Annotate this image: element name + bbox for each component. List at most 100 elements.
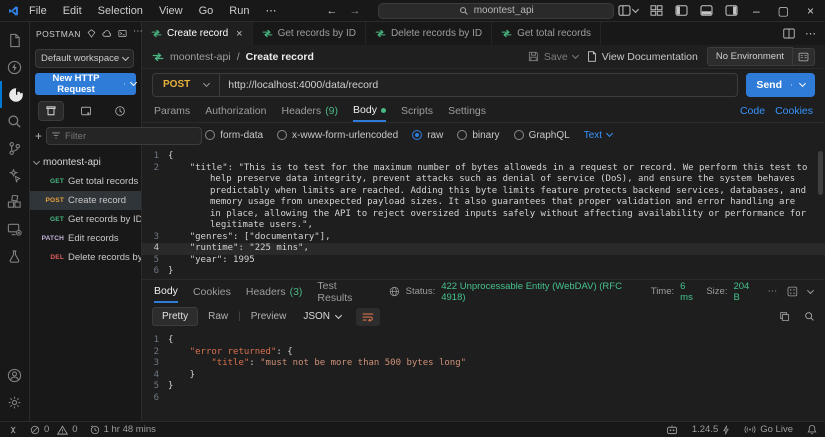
editor-more-icon[interactable]: ⋯ bbox=[805, 27, 816, 40]
cloud-sync-icon[interactable] bbox=[102, 29, 112, 38]
tab-get-records-by-id[interactable]: Get records by ID bbox=[253, 22, 366, 45]
problems-indicator[interactable]: 0 0 bbox=[30, 424, 78, 435]
collapse-response-icon[interactable] bbox=[807, 286, 814, 293]
feedback-bell-icon[interactable] bbox=[807, 424, 817, 435]
add-request-button[interactable]: + bbox=[35, 129, 42, 143]
request-body-editor[interactable]: 1 { 2 "title": "This is to test for the … bbox=[142, 147, 825, 280]
wand-star-icon[interactable] bbox=[0, 162, 30, 189]
tab-get-total-records[interactable]: Get total records bbox=[492, 22, 601, 45]
response-format-select[interactable]: JSON bbox=[296, 308, 348, 325]
workspace-select[interactable]: Default workspace bbox=[35, 49, 134, 68]
send-button[interactable]: Send bbox=[746, 73, 815, 97]
response-more-icon[interactable]: ⋯ bbox=[768, 286, 778, 297]
source-control-icon[interactable] bbox=[0, 135, 30, 162]
postman-icon[interactable] bbox=[0, 81, 30, 108]
menu-edit[interactable]: Edit bbox=[57, 3, 88, 19]
view-pretty-button[interactable]: Pretty bbox=[152, 307, 198, 326]
account-icon[interactable] bbox=[0, 362, 30, 389]
request-row-get-total-records[interactable]: GET Get total records bbox=[30, 172, 141, 191]
code-link[interactable]: Code bbox=[740, 105, 765, 117]
extension-version-indicator[interactable]: 1.24.5 bbox=[692, 424, 730, 435]
tab-headers[interactable]: Headers (9) bbox=[281, 100, 338, 122]
layout-dropdown-icon[interactable] bbox=[618, 5, 638, 16]
response-tab-test-results[interactable]: Test Results bbox=[317, 280, 373, 303]
split-editor-icon[interactable] bbox=[783, 28, 795, 39]
request-row-create-record[interactable]: POST Create record bbox=[30, 191, 141, 210]
nav-forward-icon[interactable]: → bbox=[349, 5, 360, 17]
toggle-panel-icon[interactable] bbox=[700, 5, 713, 16]
tab-settings[interactable]: Settings bbox=[448, 100, 486, 122]
timer-indicator[interactable]: 1 hr 48 mins bbox=[90, 424, 156, 435]
editor-scrollbar[interactable] bbox=[818, 151, 823, 195]
request-row-edit-records[interactable]: PATCH Edit records bbox=[30, 229, 141, 248]
save-button[interactable]: Save bbox=[528, 51, 578, 63]
thunder-client-icon[interactable] bbox=[0, 54, 30, 81]
response-body-viewer[interactable]: 1 { 2 "error returned": { 3 "title": "mu… bbox=[142, 330, 825, 421]
open-response-window-icon[interactable] bbox=[787, 286, 798, 297]
menu-selection[interactable]: Selection bbox=[92, 3, 149, 19]
environment-quick-look-icon[interactable] bbox=[793, 48, 815, 66]
toggle-secondary-sidebar-icon[interactable] bbox=[725, 5, 738, 16]
toggle-sidebar-icon[interactable] bbox=[675, 5, 688, 16]
view-documentation-button[interactable]: View Documentation bbox=[587, 51, 698, 63]
tab-params[interactable]: Params bbox=[154, 100, 190, 122]
close-window-button[interactable]: × bbox=[804, 4, 817, 18]
status-value[interactable]: 422 Unprocessable Entity (WebDAV) (RFC 4… bbox=[441, 281, 645, 303]
console-icon[interactable] bbox=[118, 29, 127, 38]
testing-flask-icon[interactable] bbox=[0, 243, 30, 270]
response-tab-body[interactable]: Body bbox=[154, 280, 178, 303]
copy-icon[interactable] bbox=[779, 311, 790, 322]
response-tab-headers[interactable]: Headers (3) bbox=[246, 280, 303, 303]
method-select[interactable]: POST bbox=[153, 74, 220, 96]
menu-run[interactable]: Run bbox=[223, 3, 255, 19]
customize-layout-icon[interactable] bbox=[650, 5, 663, 16]
remote-explorer-icon[interactable] bbox=[0, 216, 30, 243]
search-sidebar-icon[interactable] bbox=[0, 108, 30, 135]
extensions-icon[interactable] bbox=[0, 189, 30, 216]
request-row-delete-records-by-id[interactable]: DEL Delete records by ID bbox=[30, 248, 141, 267]
radio-x-www-form-urlencoded[interactable]: x-www-form-urlencoded bbox=[277, 130, 398, 141]
radio-raw[interactable]: raw bbox=[412, 130, 443, 141]
collections-view-tab[interactable] bbox=[38, 101, 64, 121]
tab-authorization[interactable]: Authorization bbox=[205, 100, 266, 122]
robot-icon[interactable] bbox=[666, 424, 678, 435]
nav-back-icon[interactable]: ← bbox=[326, 5, 337, 17]
radio-graphql[interactable]: GraphQL bbox=[514, 130, 570, 141]
search-response-icon[interactable] bbox=[804, 311, 815, 322]
collection-row[interactable]: moontest-api bbox=[30, 153, 141, 172]
gem-icon[interactable] bbox=[87, 29, 96, 38]
time-value[interactable]: 6 ms bbox=[680, 281, 700, 303]
response-tab-cookies[interactable]: Cookies bbox=[193, 280, 231, 303]
chevron-down-icon[interactable] bbox=[572, 51, 579, 58]
menu-file[interactable]: File bbox=[23, 3, 53, 19]
size-value[interactable]: 204 B bbox=[733, 281, 757, 303]
menu-view[interactable]: View bbox=[153, 3, 189, 19]
remote-indicator[interactable] bbox=[8, 425, 18, 435]
tab-delete-records-by-id[interactable]: Delete records by ID bbox=[366, 22, 492, 45]
restore-button[interactable]: ▢ bbox=[775, 4, 792, 18]
new-http-request-button[interactable]: New HTTP Request bbox=[35, 73, 136, 95]
radio-binary[interactable]: binary bbox=[457, 130, 499, 141]
menu-go[interactable]: Go bbox=[193, 3, 220, 19]
environment-selector[interactable]: No Environment bbox=[707, 47, 793, 66]
radio-form-data[interactable]: form-data bbox=[205, 130, 263, 141]
environments-view-tab[interactable] bbox=[73, 101, 99, 121]
close-tab-icon[interactable]: × bbox=[236, 28, 242, 40]
view-preview-button[interactable]: Preview bbox=[249, 308, 289, 325]
go-live-button[interactable]: Go Live bbox=[744, 424, 793, 435]
request-row-get-records-by-id[interactable]: GET Get records by ID bbox=[30, 210, 141, 229]
wrap-lines-icon[interactable] bbox=[356, 308, 380, 326]
explorer-icon[interactable] bbox=[0, 27, 30, 54]
command-search-input[interactable]: moontest_api bbox=[378, 3, 613, 19]
tab-create-record[interactable]: Create record × bbox=[142, 22, 253, 45]
history-view-tab[interactable] bbox=[107, 101, 133, 121]
cookies-link[interactable]: Cookies bbox=[775, 105, 813, 117]
tab-body[interactable]: Body bbox=[353, 100, 386, 122]
tab-scripts[interactable]: Scripts bbox=[401, 100, 433, 122]
view-raw-button[interactable]: Raw bbox=[206, 308, 230, 325]
minimize-button[interactable]: – bbox=[750, 4, 763, 18]
raw-format-select[interactable]: Text bbox=[584, 130, 612, 141]
filter-input[interactable] bbox=[46, 127, 202, 145]
menu-overflow[interactable]: ⋯ bbox=[259, 2, 282, 19]
breadcrumb-collection[interactable]: moontest-api bbox=[170, 51, 231, 63]
